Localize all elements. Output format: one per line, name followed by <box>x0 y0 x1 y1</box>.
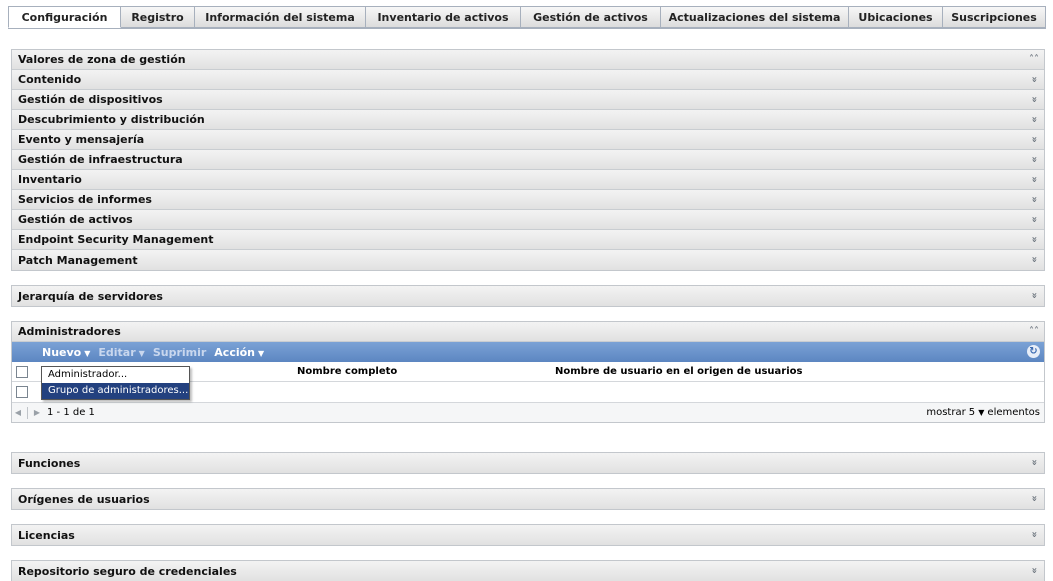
edit-menu-button[interactable]: Editar ▼ <box>98 346 144 359</box>
panel-title: Endpoint Security Management <box>18 233 214 246</box>
chevron-down-icon: ▼ <box>138 348 145 358</box>
menu-item-admin-group[interactable]: Grupo de administradores... <box>42 383 189 399</box>
tab-registro[interactable]: Registro <box>121 6 195 28</box>
expand-icon[interactable]: » <box>1028 194 1041 206</box>
page-range: 1 - 1 de 1 <box>47 407 95 418</box>
tab-gestion-activos[interactable]: Gestión de activos <box>521 6 661 28</box>
expand-icon[interactable]: » <box>1028 565 1041 577</box>
panel-title: Funciones <box>18 456 81 470</box>
column-header-user-source[interactable]: Nombre de usuario en el origen de usuari… <box>555 366 802 377</box>
panel-title: Inventario <box>18 173 82 186</box>
show-label: mostrar <box>926 407 966 418</box>
panel-title: Orígenes de usuarios <box>18 492 150 506</box>
panel-title: Servicios de informes <box>18 193 152 206</box>
tab-suscripciones[interactable]: Suscripciones <box>943 6 1046 28</box>
collapse-icon[interactable]: ˄˄ <box>1028 325 1040 338</box>
expand-icon[interactable]: » <box>1028 174 1041 186</box>
expand-icon[interactable]: » <box>1028 134 1041 146</box>
expand-icon[interactable]: » <box>1028 290 1041 302</box>
panel-title: Evento y mensajería <box>18 133 145 146</box>
main-tab-bar: Configuración Registro Información del s… <box>8 6 1046 29</box>
tab-ubicaciones[interactable]: Ubicaciones <box>849 6 943 28</box>
panel-header-funciones[interactable]: Funciones » <box>12 453 1044 473</box>
panel-title: Administradores <box>18 325 121 338</box>
panel-header-patch-management[interactable]: Patch Management » <box>12 250 1044 270</box>
panel-header-gestion-activos[interactable]: Gestión de activos » <box>12 210 1044 230</box>
panel-header-descubrimiento[interactable]: Descubrimiento y distribución » <box>12 110 1044 130</box>
expand-icon[interactable]: » <box>1028 214 1041 226</box>
page-size-value: 5 <box>968 407 976 418</box>
items-label: elementos <box>987 407 1040 418</box>
panel-header-endpoint-security[interactable]: Endpoint Security Management » <box>12 230 1044 250</box>
credential-vault-panel: Repositorio seguro de credenciales » <box>11 560 1045 581</box>
panel-title: Gestión de infraestructura <box>18 153 183 166</box>
panel-header-repositorio-credenciales[interactable]: Repositorio seguro de credenciales » <box>12 561 1044 581</box>
panel-title: Licencias <box>18 528 75 542</box>
column-header-full-name[interactable]: Nombre completo <box>297 366 397 377</box>
user-sources-panel: Orígenes de usuarios » <box>11 488 1045 510</box>
panel-header-gestion-infraestructura[interactable]: Gestión de infraestructura » <box>12 150 1044 170</box>
action-label: Acción <box>214 345 256 359</box>
row-checkbox[interactable] <box>16 386 28 398</box>
tab-actualizaciones-sistema[interactable]: Actualizaciones del sistema <box>661 6 849 28</box>
new-label: Nuevo <box>42 345 82 359</box>
panel-title: Repositorio seguro de credenciales <box>18 564 237 578</box>
panel-header-jerarquia[interactable]: Jerarquía de servidores » <box>12 286 1044 306</box>
panel-title: Contenido <box>18 73 82 86</box>
expand-icon[interactable]: » <box>1028 457 1041 469</box>
panel-header-contenido[interactable]: Contenido » <box>12 70 1044 90</box>
tab-configuracion[interactable]: Configuración <box>8 6 121 28</box>
menu-item-administrator[interactable]: Administrador... <box>42 367 189 383</box>
expand-icon[interactable]: » <box>1028 254 1041 266</box>
panel-title: Jerarquía de servidores <box>18 289 163 303</box>
edit-label: Editar <box>98 345 136 359</box>
panel-title: Descubrimiento y distribución <box>18 113 205 126</box>
expand-icon[interactable]: » <box>1028 529 1041 541</box>
collapse-icon[interactable]: ˄˄ <box>1028 53 1040 66</box>
page-size-select[interactable]: 5 ▼ <box>969 407 985 418</box>
refresh-icon[interactable]: ↻ <box>1027 345 1040 358</box>
panel-header-administradores[interactable]: Administradores ˄˄ <box>12 322 1044 342</box>
expand-icon[interactable]: » <box>1028 74 1041 86</box>
panel-header-inventario[interactable]: Inventario » <box>12 170 1044 190</box>
panel-header-valores-zona[interactable]: Valores de zona de gestión ˄˄ <box>12 50 1044 70</box>
roles-panel: Funciones » <box>11 452 1045 474</box>
separator <box>27 406 28 419</box>
panel-header-servicios-informes[interactable]: Servicios de informes » <box>12 190 1044 210</box>
previous-page-icon[interactable]: ◀ <box>12 408 24 417</box>
panel-header-evento-mensajeria[interactable]: Evento y mensajería » <box>12 130 1044 150</box>
new-dropdown-menu: Administrador... Grupo de administradore… <box>41 366 190 400</box>
panel-title: Gestión de activos <box>18 213 133 226</box>
action-menu-button[interactable]: Acción ▼ <box>214 346 264 359</box>
panel-title: Patch Management <box>18 253 138 267</box>
expand-icon[interactable]: » <box>1028 154 1041 166</box>
zone-settings-panel: Valores de zona de gestión ˄˄ Contenido» … <box>11 49 1045 271</box>
server-hierarchy-panel: Jerarquía de servidores » <box>11 285 1045 307</box>
expand-icon[interactable]: » <box>1028 94 1041 106</box>
panel-header-origenes-usuarios[interactable]: Orígenes de usuarios » <box>12 489 1044 509</box>
tab-informacion-sistema[interactable]: Información del sistema <box>195 6 366 28</box>
new-menu-button[interactable]: Nuevo ▼ <box>42 346 90 359</box>
panel-header-gestion-dispositivos[interactable]: Gestión de dispositivos » <box>12 90 1044 110</box>
panel-title: Gestión de dispositivos <box>18 93 163 106</box>
panel-title: Valores de zona de gestión <box>18 53 186 66</box>
chevron-down-icon: ▼ <box>978 408 985 417</box>
chevron-down-icon: ▼ <box>258 348 265 358</box>
admin-toolbar: Nuevo ▼ Editar ▼ Suprimir Acción ▼ ↻ <box>12 342 1044 362</box>
page-size-control: mostrar 5 ▼ elementos <box>926 407 1040 418</box>
panel-header-licencias[interactable]: Licencias » <box>12 525 1044 545</box>
next-page-icon[interactable]: ▶ <box>31 408 43 417</box>
tab-inventario-activos[interactable]: Inventario de activos <box>366 6 521 28</box>
chevron-down-icon: ▼ <box>84 348 91 358</box>
expand-icon[interactable]: » <box>1028 234 1041 246</box>
expand-icon[interactable]: » <box>1028 493 1041 505</box>
licenses-panel: Licencias » <box>11 524 1045 546</box>
pagination-bar: ◀ ▶ 1 - 1 de 1 mostrar 5 ▼ elementos <box>12 402 1044 422</box>
expand-icon[interactable]: » <box>1028 114 1041 126</box>
delete-button[interactable]: Suprimir <box>153 346 206 359</box>
select-all-checkbox[interactable] <box>16 366 28 378</box>
